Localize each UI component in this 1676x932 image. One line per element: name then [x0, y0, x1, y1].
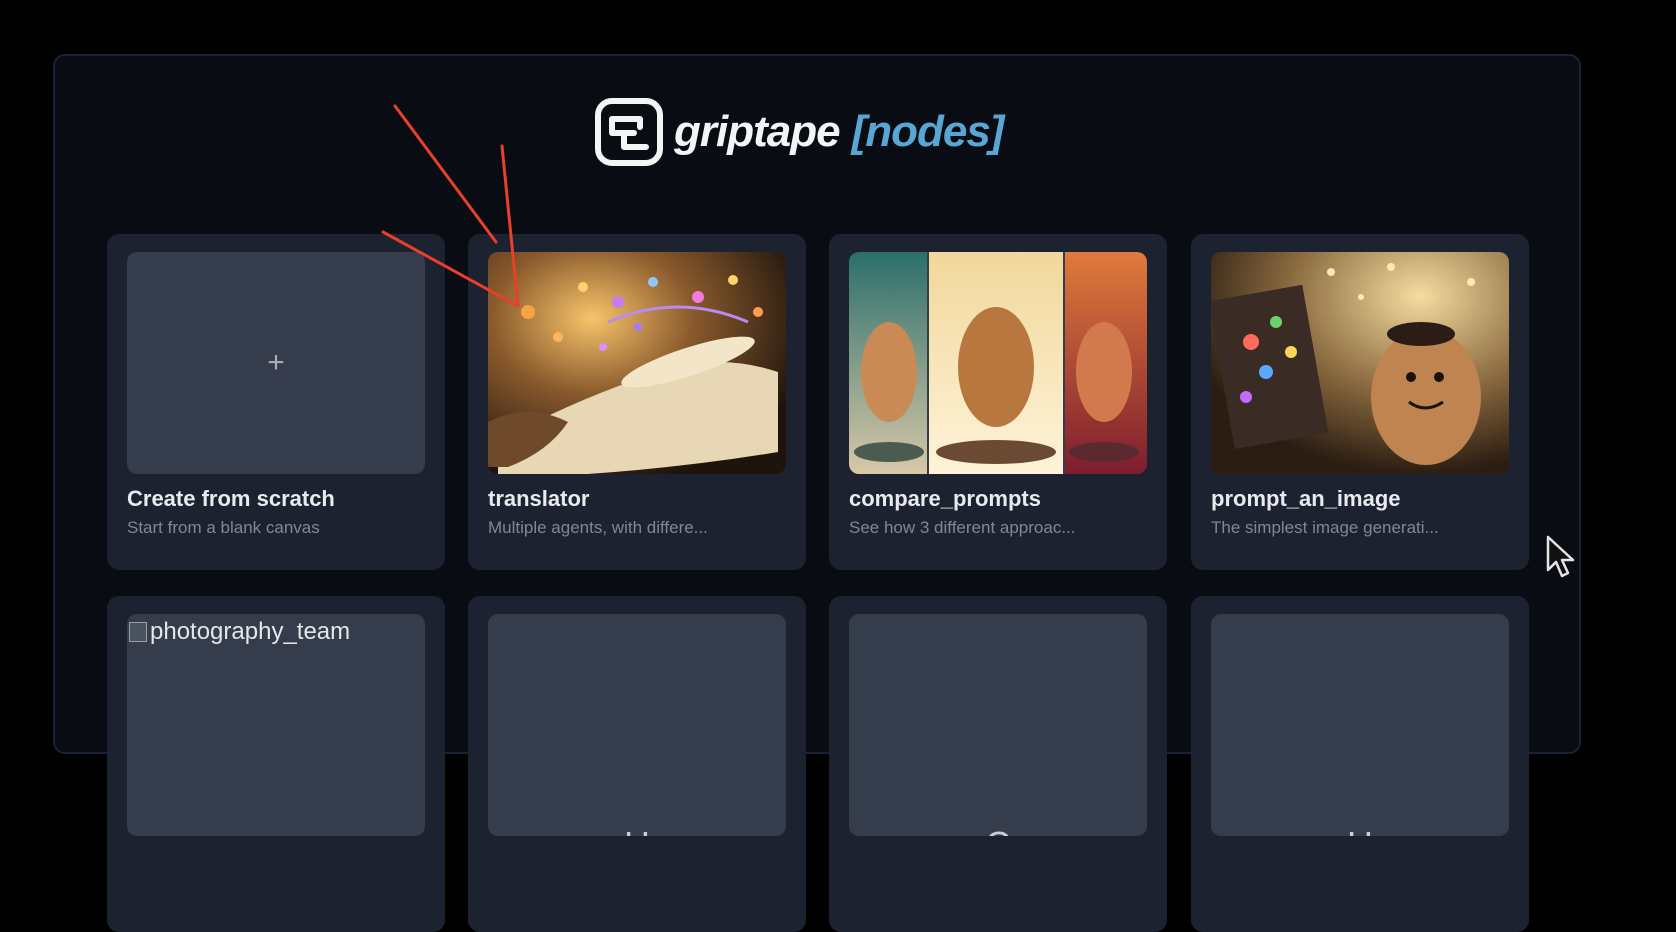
three-panel-robot-image [849, 252, 1147, 474]
template-card-translator[interactable]: translator Multiple agents, with differe… [468, 234, 806, 570]
brand-accent: [nodes] [851, 107, 1005, 156]
template-thumbnail: H [488, 614, 786, 836]
template-description: Start from a blank canvas [127, 518, 320, 537]
template-initial: H [488, 824, 786, 836]
template-card-photography-team[interactable]: photography_team [107, 596, 445, 932]
template-initial: H [1211, 824, 1509, 836]
broken-image-alt: photography_team [129, 618, 350, 646]
template-card[interactable]: H [1191, 596, 1529, 932]
brand-name: griptape [674, 107, 841, 156]
plus-icon: + [267, 346, 285, 379]
template-card-compare-prompts[interactable]: compare_prompts See how 3 different appr… [829, 234, 1167, 570]
template-card-create-from-scratch[interactable]: + Create from scratch Start from a blank… [107, 234, 445, 570]
template-title: translator [488, 486, 590, 511]
template-description: The simplest image generati... [1211, 518, 1439, 537]
template-card[interactable]: H [468, 596, 806, 932]
broken-image-icon [129, 622, 147, 642]
image-alt-text: photography_team [150, 618, 351, 645]
template-description: Multiple agents, with differe... [488, 518, 708, 537]
template-card-prompt-an-image[interactable]: prompt_an_image The simplest image gener… [1191, 234, 1529, 570]
template-initial: C [849, 824, 1147, 836]
template-thumbnail: C [849, 614, 1147, 836]
template-thumbnail: photography_team [127, 614, 425, 836]
brand-logo: griptape [nodes] [594, 96, 1005, 168]
template-thumbnail: H [1211, 614, 1509, 836]
potato-painter-image [1211, 252, 1509, 474]
mouse-cursor-icon [1546, 535, 1575, 578]
template-card[interactable]: C [829, 596, 1167, 932]
scroll-magic-image [488, 252, 786, 474]
template-description: See how 3 different approac... [849, 518, 1076, 537]
griptape-logo-icon [595, 98, 663, 166]
template-thumbnail: + [127, 252, 425, 474]
template-title: Create from scratch [127, 486, 335, 511]
template-title: prompt_an_image [1211, 486, 1401, 511]
template-title: compare_prompts [849, 486, 1041, 511]
